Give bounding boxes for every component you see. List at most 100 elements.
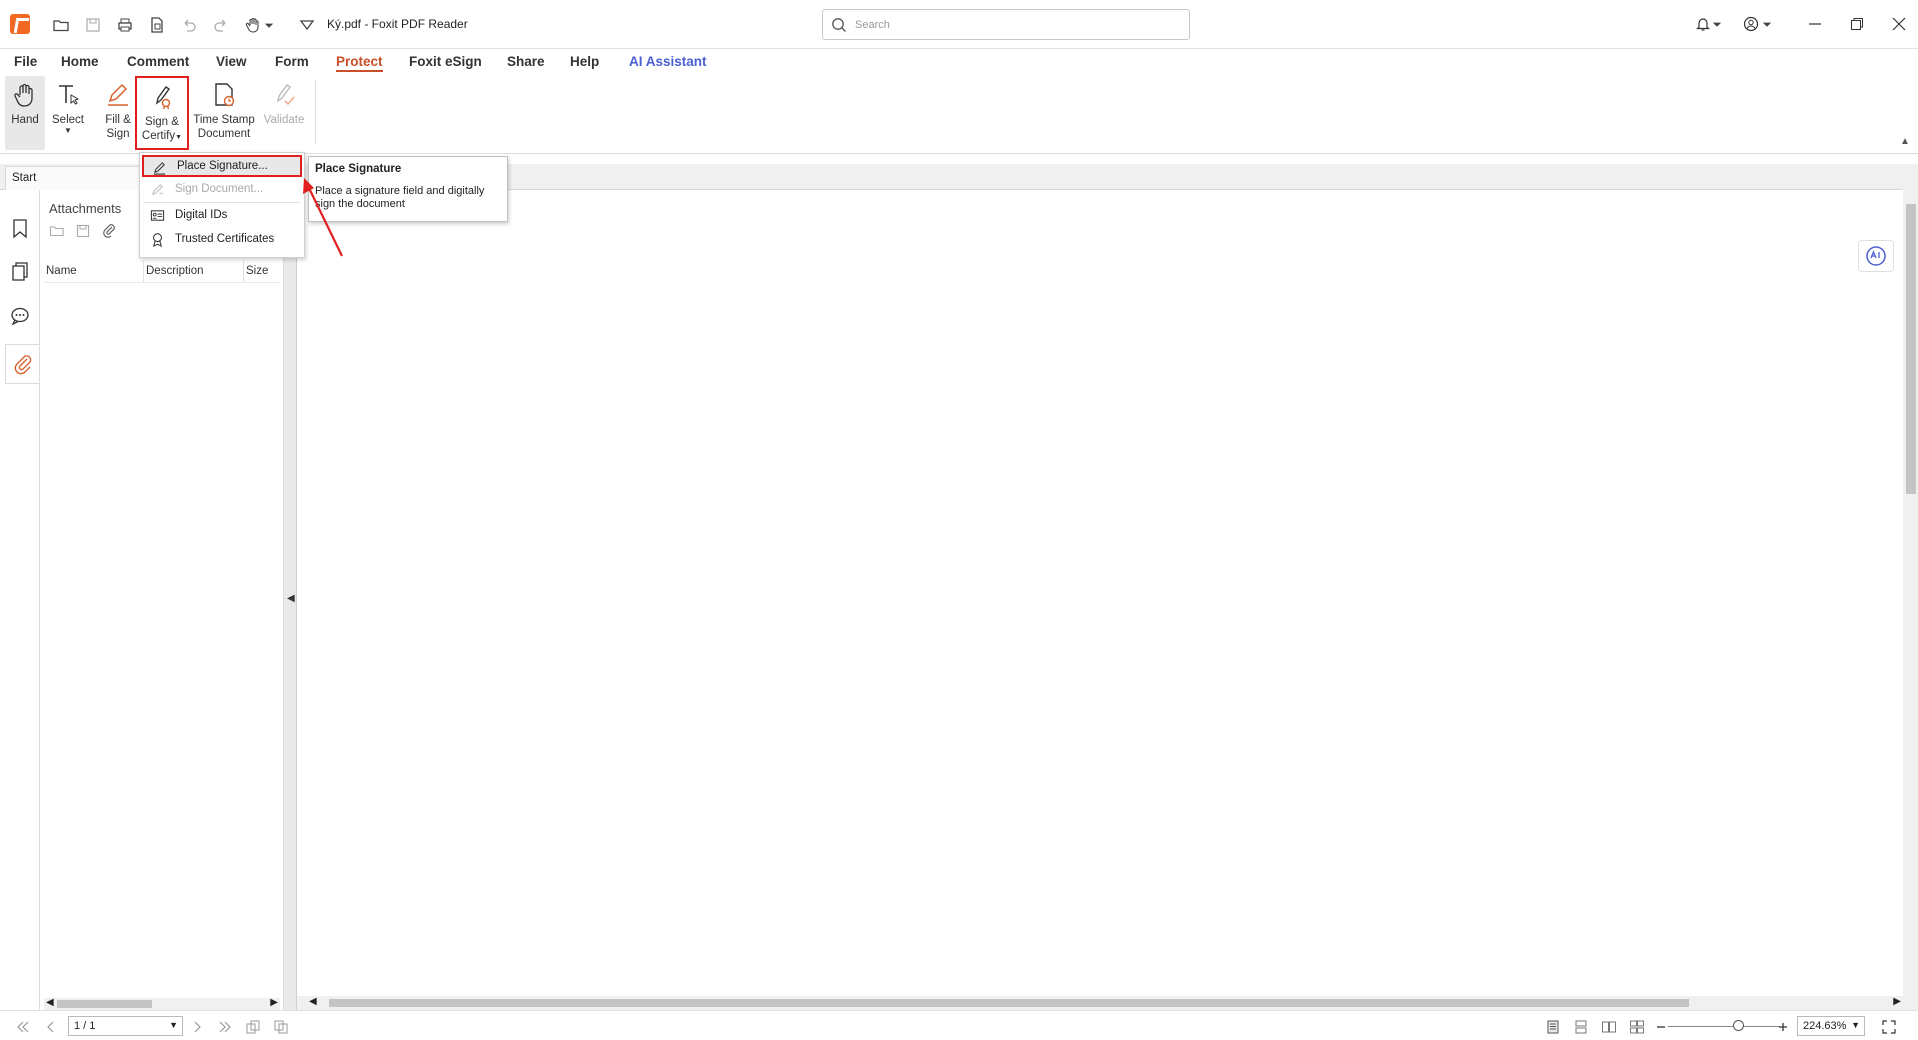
tab-start[interactable]: Start: [5, 166, 140, 190]
hand-icon[interactable]: [242, 14, 264, 36]
trusted-certificates-label: Trusted Certificates: [175, 233, 275, 245]
collapse-panel-icon[interactable]: ◀: [287, 593, 295, 604]
search-icon: [832, 18, 846, 32]
new-doc-icon[interactable]: [146, 14, 168, 36]
fullscreen-icon[interactable]: [1880, 1018, 1898, 1036]
zoom-level-field[interactable]: 224.63% ▼: [1797, 1016, 1865, 1036]
scroll-thumb[interactable]: [1906, 204, 1916, 494]
ai-assistant-icon[interactable]: [1858, 240, 1894, 272]
search-box[interactable]: [822, 9, 1190, 40]
text-select-icon: [59, 85, 80, 105]
last-page-icon[interactable]: [216, 1018, 234, 1036]
menu-ai-assistant[interactable]: AI Assistant: [629, 54, 707, 69]
fill-sign-label-1: Fill &: [105, 114, 131, 126]
column-description[interactable]: Description: [144, 261, 244, 283]
time-stamp-document-button[interactable]: Time Stamp Document: [192, 76, 256, 150]
search-input[interactable]: [855, 14, 1175, 36]
customize-toolbar-icon[interactable]: [296, 14, 318, 36]
pages-icon[interactable]: [8, 260, 32, 284]
fill-sign-button[interactable]: Fill & Sign: [98, 76, 138, 150]
menu-item-digital-ids[interactable]: Digital IDs: [142, 205, 302, 227]
certificate-icon: [150, 232, 166, 248]
continuous-facing-view-icon[interactable]: [1628, 1018, 1646, 1036]
chevron-down-icon[interactable]: ▼: [48, 127, 88, 135]
panel-horizontal-scrollbar[interactable]: ◀ ▶: [44, 997, 280, 1010]
bookmark-icon[interactable]: [8, 216, 32, 240]
save-attachment-icon[interactable]: [75, 223, 93, 241]
menu-form[interactable]: Form: [275, 54, 309, 69]
hand-tool-button[interactable]: Hand: [5, 76, 45, 150]
duplicate-page-icon[interactable]: [272, 1018, 290, 1036]
close-icon[interactable]: [1884, 10, 1914, 38]
continuous-view-icon[interactable]: [1572, 1018, 1590, 1036]
redo-icon[interactable]: [210, 14, 232, 36]
menu-item-trusted-certificates[interactable]: Trusted Certificates: [142, 229, 302, 251]
chevron-down-icon[interactable]: [1710, 10, 1724, 38]
chevron-down-icon[interactable]: [1760, 10, 1774, 38]
zoom-in-icon[interactable]: [1774, 1018, 1792, 1036]
column-size[interactable]: Size: [244, 261, 280, 283]
menu-item-place-signature[interactable]: Place Signature...: [142, 155, 302, 177]
minimize-icon[interactable]: [1800, 10, 1830, 38]
comment-icon[interactable]: [8, 304, 32, 328]
document-horizontal-scrollbar[interactable]: ◀ ▶: [297, 996, 1903, 1010]
scroll-left-arrow-icon[interactable]: ◀: [309, 996, 317, 1007]
select-tool-button[interactable]: Select ▼: [48, 76, 88, 150]
extract-page-icon[interactable]: [244, 1018, 262, 1036]
menu-foxit-esign[interactable]: Foxit eSign: [409, 54, 482, 69]
menu-separator: [144, 202, 300, 203]
menu-view[interactable]: View: [216, 54, 247, 69]
zoom-slider-thumb[interactable]: [1733, 1020, 1744, 1031]
menu-help[interactable]: Help: [570, 54, 599, 69]
undo-icon[interactable]: [178, 14, 200, 36]
validate-label: Validate: [263, 114, 305, 126]
restore-icon[interactable]: [1842, 10, 1872, 38]
chevron-down-icon: ▼: [175, 134, 183, 141]
menu-bar: File Home Comment View Form Protect Foxi…: [0, 52, 1918, 74]
zoom-level-value: 224.63%: [1803, 1020, 1847, 1032]
first-page-icon[interactable]: [14, 1018, 32, 1036]
document-viewport[interactable]: [297, 190, 1903, 998]
previous-page-icon[interactable]: [42, 1018, 60, 1036]
column-name[interactable]: Name: [44, 261, 144, 283]
zoom-slider-track[interactable]: [1668, 1026, 1780, 1027]
title-bar: Ký.pdf - Foxit PDF Reader: [0, 0, 1918, 49]
validate-button[interactable]: Validate: [260, 76, 308, 150]
menu-protect[interactable]: Protect: [336, 54, 383, 72]
foxit-logo-icon[interactable]: [10, 14, 30, 34]
signature-icon: [155, 86, 171, 110]
menu-share[interactable]: Share: [507, 54, 545, 69]
zoom-out-icon[interactable]: [1652, 1018, 1670, 1036]
add-attachment-icon[interactable]: [101, 223, 119, 241]
chevron-down-icon[interactable]: ▼: [169, 1020, 178, 1030]
chevron-up-icon[interactable]: ▲: [1900, 136, 1910, 147]
attachments-column-header: Name Description Size: [44, 261, 280, 283]
menu-file[interactable]: File: [14, 54, 37, 69]
sign-certify-button[interactable]: Sign & Certify▼: [135, 76, 189, 150]
open-attachment-icon[interactable]: [49, 223, 67, 241]
ribbon-toolbar: Hand Select ▼ Fill & Sign Sign & Certify…: [0, 76, 1918, 154]
scroll-right-arrow-icon[interactable]: ▶: [1893, 996, 1901, 1007]
panel-splitter[interactable]: ◀: [284, 190, 297, 1010]
scroll-thumb[interactable]: [57, 1000, 152, 1008]
facing-view-icon[interactable]: [1600, 1018, 1618, 1036]
single-page-view-icon[interactable]: [1544, 1018, 1562, 1036]
save-icon[interactable]: [82, 14, 104, 36]
panel-title: Attachments: [49, 201, 122, 216]
print-icon[interactable]: [114, 14, 136, 36]
chevron-down-icon[interactable]: [262, 14, 276, 36]
page-number-field[interactable]: 1 / 1 ▼: [68, 1016, 183, 1036]
scroll-right-arrow-icon[interactable]: ▶: [270, 997, 278, 1008]
page-number-value: 1 / 1: [74, 1020, 96, 1032]
menu-item-sign-document[interactable]: Sign Document...: [142, 179, 302, 201]
folder-open-icon[interactable]: [50, 14, 72, 36]
document-vertical-scrollbar[interactable]: [1903, 164, 1918, 1010]
chevron-down-icon[interactable]: ▼: [1851, 1020, 1860, 1030]
next-page-icon[interactable]: [188, 1018, 206, 1036]
paperclip-icon[interactable]: [5, 344, 39, 384]
document-title: Ký.pdf - Foxit PDF Reader: [327, 17, 468, 31]
scroll-thumb[interactable]: [329, 999, 1689, 1007]
menu-comment[interactable]: Comment: [127, 54, 189, 69]
menu-home[interactable]: Home: [61, 54, 99, 69]
scroll-left-arrow-icon[interactable]: ◀: [46, 997, 54, 1008]
